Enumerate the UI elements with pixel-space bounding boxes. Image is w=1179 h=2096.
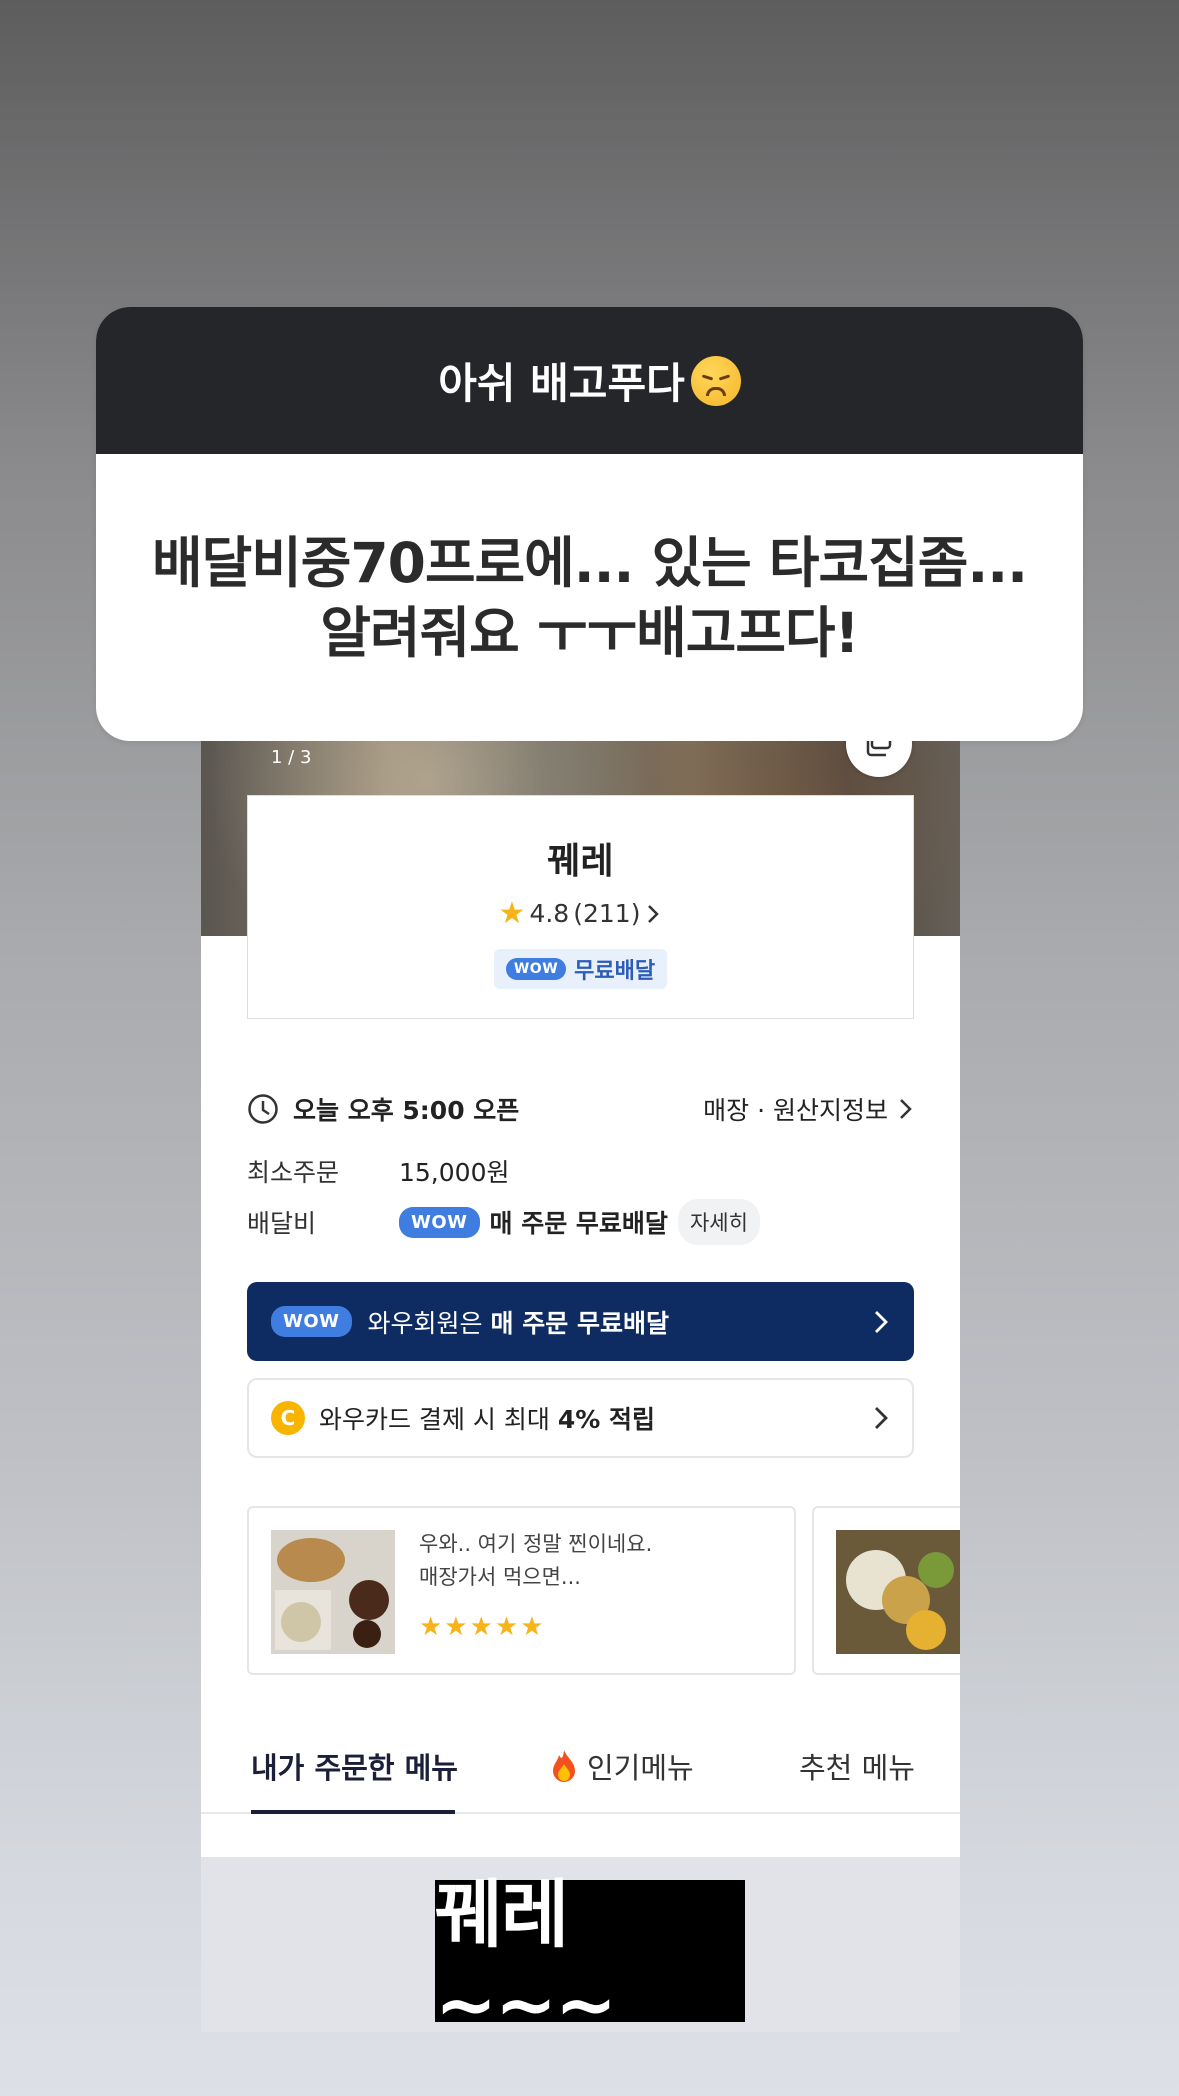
- review-photo: [836, 1530, 960, 1654]
- chevron-right-icon: [900, 1099, 912, 1119]
- review-text: 우와.. 여기 정말 찐이네요. 매장가서 먹으면...: [419, 1528, 652, 1594]
- review-line-1: 우와.. 여기 정말 찐이네요.: [419, 1532, 653, 1556]
- wow-membership-banner[interactable]: WOW 와우회원은 매 주문 무료배달: [247, 1282, 914, 1361]
- disappointed-face-icon: [690, 355, 741, 406]
- wow-free-delivery-badge: WOW 무료배달: [493, 949, 668, 989]
- tab-my-ordered-menu[interactable]: 내가 주문한 메뉴: [251, 1745, 458, 1787]
- store-name: 꿰레: [547, 841, 614, 882]
- min-order-value: 15,000원: [399, 1158, 510, 1187]
- store-header-card: 꿰레 ★ 4.8 (211) WOW 무료배달: [247, 795, 914, 1019]
- wow-pill: WOW: [271, 1306, 352, 1337]
- wow-pill: WOW: [399, 1206, 480, 1238]
- card-banner-prefix: 와우카드 결제 시 최대: [319, 1405, 550, 1434]
- delivery-fee-row: 배달비 WOW 매 주문 무료배달 자세히: [247, 1199, 914, 1245]
- open-time-row: 오늘 오후 5:00 오픈 매장 · 원산지정보: [247, 1091, 914, 1127]
- active-tab-indicator: [251, 1810, 455, 1814]
- tab-label: 추천 메뉴: [799, 1751, 915, 1785]
- tab-popular-menu[interactable]: 인기메뉴: [549, 1745, 694, 1787]
- question-answer: 배달비중70프로에... 있는 타코집좀... 알려줘요 ㅜㅜ배고프다!: [96, 454, 1083, 741]
- chevron-right-icon: [648, 904, 660, 923]
- delivery-fee-label: 배달비: [247, 1209, 317, 1238]
- question-sticker: 아쉬 배고푸다 배달비중70프로에... 있는 타코집좀... 알려줘요 ㅜㅜ배…: [96, 307, 1083, 741]
- detail-button[interactable]: 자세히: [677, 1199, 760, 1245]
- star-icon: ★: [498, 896, 526, 931]
- min-order-row: 최소주문 15,000원: [247, 1153, 914, 1189]
- clock-icon: [248, 1094, 278, 1124]
- store-info-label: 매장 · 원산지정보: [703, 1096, 888, 1125]
- review-stars: ★★★★★: [419, 1612, 546, 1642]
- tab-recommended-menu[interactable]: 추천 메뉴: [799, 1745, 915, 1787]
- text-sticker: 꿰레~~~: [435, 1872, 745, 2048]
- review-card[interactable]: 우와.. 여기 정말 찐이네요. 매장가서 먹으면... ★★★★★: [247, 1506, 796, 1675]
- chevron-right-icon: [875, 1407, 888, 1429]
- open-time: 오늘 오후 5:00 오픈: [293, 1096, 520, 1125]
- answer-line-1: 배달비중70프로에... 있는 타코집좀...: [152, 530, 1028, 595]
- review-card[interactable]: [812, 1506, 960, 1675]
- wow-banner-prefix: 와우회원은: [367, 1308, 483, 1338]
- store-info-link[interactable]: 매장 · 원산지정보: [703, 1091, 914, 1127]
- question-title: 아쉬 배고푸다: [438, 359, 685, 408]
- wow-card-banner[interactable]: C 와우카드 결제 시 최대 4% 적립: [247, 1378, 914, 1458]
- answer-line-2: 알려줘요 ㅜㅜ배고프다!: [320, 600, 859, 665]
- coin-icon: C: [271, 1401, 305, 1435]
- free-delivery-label: 무료배달: [574, 959, 656, 984]
- review-photo: [271, 1530, 395, 1654]
- wow-pill: WOW: [505, 958, 567, 980]
- rating-value: 4.8: [529, 899, 570, 928]
- photo-pager: 1 / 3: [271, 747, 312, 768]
- store-screenshot: 1 / 3 꿰레 ★ 4.8 (211) WOW 무료배달 오늘 오후 5:00…: [201, 741, 960, 2032]
- fire-icon: [553, 1750, 575, 1782]
- menu-tabs: 내가 주문한 메뉴 인기메뉴 추천 메뉴: [201, 1731, 960, 1814]
- rating-link[interactable]: ★ 4.8 (211): [499, 896, 663, 931]
- chevron-right-icon: [875, 1310, 888, 1333]
- min-order-label: 최소주문: [247, 1158, 340, 1187]
- wow-banner-bold: 매 주문 무료배달: [490, 1308, 669, 1338]
- delivery-fee-value: 매 주문 무료배달: [489, 1209, 668, 1238]
- card-banner-bold: 4% 적립: [557, 1405, 655, 1434]
- review-count: (211): [573, 899, 641, 928]
- question-header: 아쉬 배고푸다: [96, 307, 1083, 454]
- tab-label: 인기메뉴: [587, 1751, 694, 1785]
- tab-label: 내가 주문한 메뉴: [251, 1751, 458, 1785]
- review-line-2: 매장가서 먹으면...: [419, 1565, 581, 1589]
